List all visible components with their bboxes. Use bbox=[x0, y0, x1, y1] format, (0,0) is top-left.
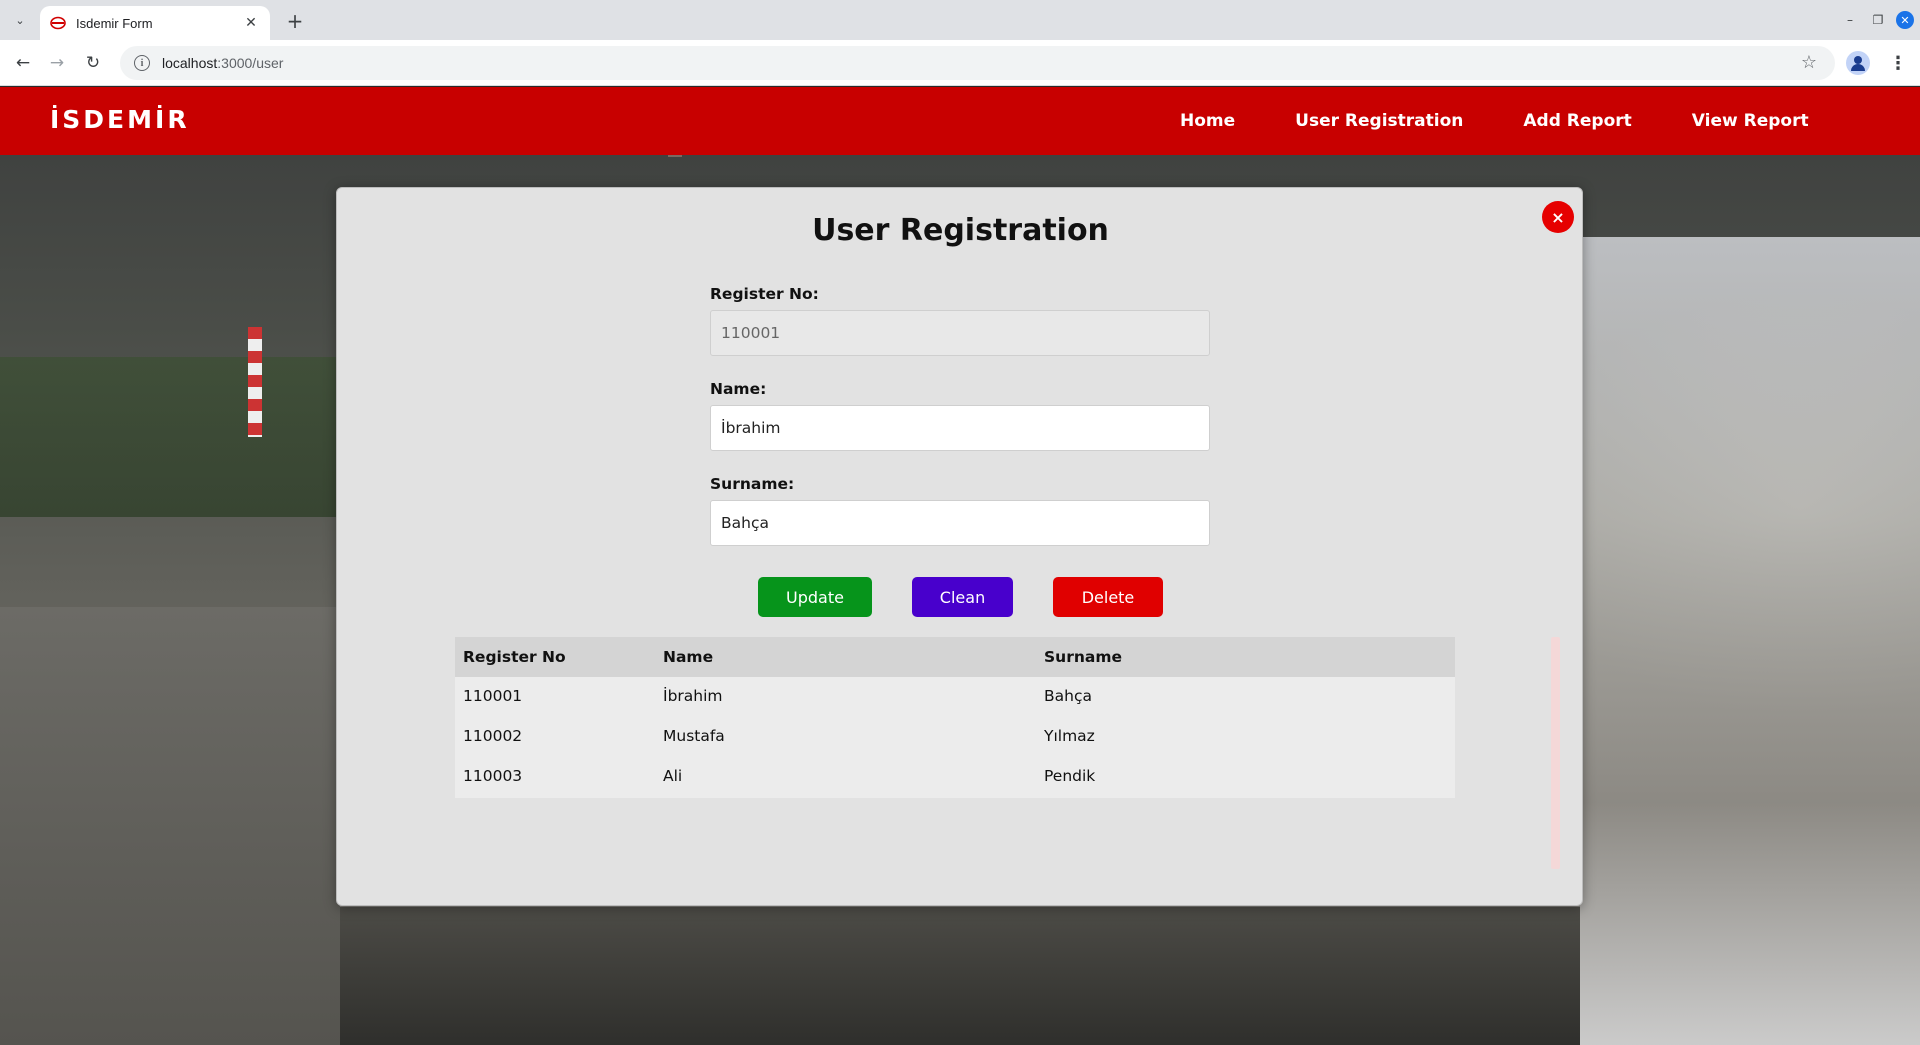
site-logo[interactable]: İSDEMİR bbox=[50, 105, 190, 134]
cell-register-no: 110002 bbox=[463, 727, 523, 745]
background-entrance bbox=[340, 907, 1580, 1045]
window-controls: – ❐ ✕ bbox=[1836, 0, 1920, 40]
table-scrollbar[interactable] bbox=[1551, 637, 1560, 869]
cell-surname: Bahça bbox=[1044, 687, 1092, 705]
column-header-surname[interactable]: Surname bbox=[1044, 648, 1122, 666]
cell-name: Ali bbox=[663, 767, 683, 785]
site-favicon-icon bbox=[50, 16, 66, 30]
cell-surname: Yılmaz bbox=[1044, 727, 1095, 745]
tab-title: Isdemir Form bbox=[76, 15, 153, 31]
name-input[interactable] bbox=[710, 405, 1210, 451]
column-header-name[interactable]: Name bbox=[663, 648, 713, 666]
window-close-icon[interactable]: ✕ bbox=[1896, 11, 1914, 29]
page-viewport: İSDEMİR Home User Registration Add Repor… bbox=[0, 87, 1920, 1045]
modal-title: User Registration bbox=[812, 213, 1109, 248]
clean-button[interactable]: Clean bbox=[912, 577, 1013, 617]
new-tab-icon[interactable]: + bbox=[282, 8, 308, 34]
url-path: :3000/user bbox=[217, 55, 284, 71]
nav-links: Home User Registration Add Report View R… bbox=[1180, 87, 1809, 155]
browser-tab[interactable]: Isdemir Form ✕ bbox=[40, 6, 270, 40]
background-plant bbox=[1580, 237, 1920, 1045]
nav-link-add-report[interactable]: Add Report bbox=[1523, 111, 1631, 131]
column-header-register-no[interactable]: Register No bbox=[463, 648, 566, 666]
register-no-label: Register No: bbox=[710, 285, 819, 303]
cell-register-no: 110003 bbox=[463, 767, 523, 785]
cell-register-no: 110001 bbox=[463, 687, 523, 705]
surname-input[interactable] bbox=[710, 500, 1210, 546]
cell-name: Mustafa bbox=[663, 727, 725, 745]
bookmark-star-icon[interactable]: ☆ bbox=[1801, 52, 1817, 73]
browser-toolbar: ← → ↻ i localhost:3000/user ☆ ⋮ bbox=[0, 40, 1920, 86]
surname-label: Surname: bbox=[710, 475, 795, 493]
background-building bbox=[0, 607, 340, 1045]
update-button[interactable]: Update bbox=[758, 577, 872, 617]
reload-icon[interactable]: ↻ bbox=[80, 50, 106, 76]
delete-button[interactable]: Delete bbox=[1053, 577, 1163, 617]
back-arrow-icon[interactable]: ← bbox=[10, 50, 36, 76]
restore-icon[interactable]: ❐ bbox=[1864, 6, 1892, 34]
browser-menu-icon[interactable]: ⋮ bbox=[1886, 51, 1910, 75]
nav-link-home[interactable]: Home bbox=[1180, 111, 1235, 131]
tab-search-chevron-icon[interactable]: ⌄ bbox=[8, 8, 32, 32]
url-host: localhost bbox=[162, 55, 218, 71]
table-header-row: Register No Name Surname bbox=[455, 637, 1455, 677]
table-row[interactable]: 110001 İbrahim Bahça bbox=[455, 677, 1455, 717]
minimize-icon[interactable]: – bbox=[1836, 6, 1864, 34]
name-label: Name: bbox=[710, 380, 767, 398]
cell-surname: Pendik bbox=[1044, 767, 1096, 785]
forward-arrow-icon[interactable]: → bbox=[44, 50, 70, 76]
profile-avatar-icon[interactable] bbox=[1846, 51, 1870, 75]
browser-tab-strip: ⌄ Isdemir Form ✕ + – ❐ ✕ bbox=[0, 0, 1920, 40]
table-row[interactable]: 110002 Mustafa Yılmaz bbox=[455, 717, 1455, 757]
site-navbar: İSDEMİR Home User Registration Add Repor… bbox=[0, 87, 1920, 155]
nav-link-user-registration[interactable]: User Registration bbox=[1295, 111, 1463, 131]
background-striped-tower bbox=[248, 327, 262, 437]
cell-name: İbrahim bbox=[663, 687, 723, 705]
user-registration-modal: × User Registration Register No: Name: S… bbox=[336, 187, 1583, 906]
register-no-input[interactable] bbox=[710, 310, 1210, 356]
background-trees bbox=[0, 357, 340, 517]
tab-close-icon[interactable]: ✕ bbox=[242, 15, 260, 31]
address-bar[interactable]: i localhost:3000/user ☆ bbox=[120, 46, 1835, 80]
table-row[interactable]: 110003 Ali Pendik bbox=[455, 757, 1455, 797]
site-info-icon[interactable]: i bbox=[134, 55, 150, 71]
nav-link-view-report[interactable]: View Report bbox=[1692, 111, 1809, 131]
users-table: Register No Name Surname 110001 İbrahim … bbox=[455, 637, 1455, 798]
